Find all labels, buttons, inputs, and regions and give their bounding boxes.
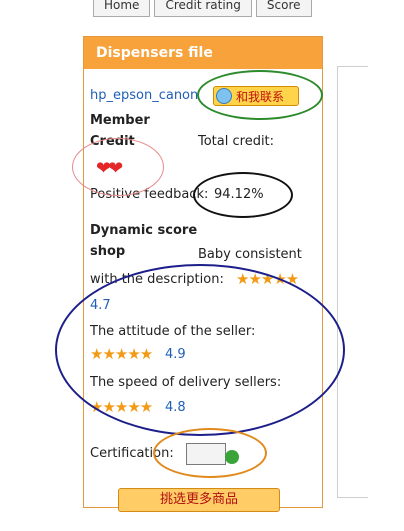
panel-title: Dispensers file bbox=[84, 37, 322, 69]
baby-consistent-label: Baby consistent bbox=[198, 247, 302, 262]
tab-home[interactable]: Home bbox=[93, 0, 151, 17]
annotation-ring-black bbox=[193, 172, 293, 218]
browse-more-products-button[interactable]: 挑选更多商品 bbox=[118, 488, 280, 512]
tab-credit-rating[interactable]: Credit rating bbox=[154, 0, 252, 17]
dynamic-score-label: Dynamic score shop bbox=[90, 223, 198, 259]
total-credit-label: Total credit: bbox=[198, 134, 275, 149]
right-column bbox=[337, 66, 368, 498]
annotation-ring-pink bbox=[72, 138, 164, 196]
screenshot-frame: Home Credit rating Score Dispensers file… bbox=[0, 0, 404, 531]
annotation-ring-navy bbox=[55, 264, 345, 436]
annotation-ring-green bbox=[197, 70, 323, 120]
tab-score[interactable]: Score bbox=[255, 0, 312, 17]
annotation-ring-orange bbox=[153, 428, 267, 478]
top-tabs: Home Credit rating Score bbox=[93, 0, 393, 18]
seller-name-link[interactable]: hp_epson_canon bbox=[90, 88, 198, 103]
